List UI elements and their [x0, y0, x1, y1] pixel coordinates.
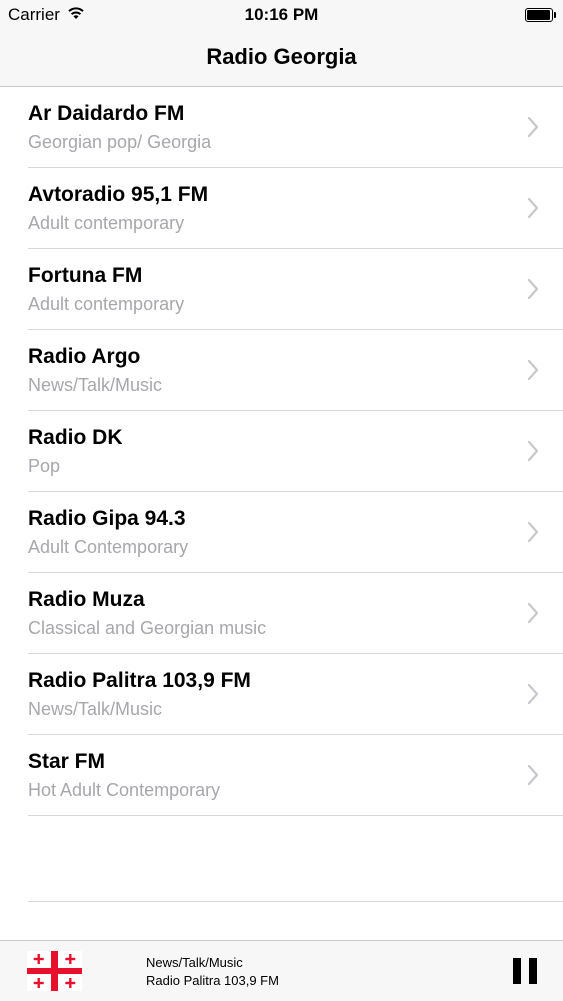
chevron-right-icon — [527, 440, 539, 462]
station-name: Avtoradio 95,1 FM — [28, 183, 209, 206]
station-row[interactable]: Fortuna FM Adult contemporary — [28, 249, 563, 330]
station-genre: Georgian pop/ Georgia — [28, 132, 212, 152]
chevron-right-icon — [527, 116, 539, 138]
pause-icon-bar-right — [529, 958, 537, 984]
station-genre: News/Talk/Music — [28, 699, 163, 719]
station-name: Radio DK — [28, 426, 123, 449]
station-row[interactable]: Radio Gipa 94.3 Adult Contemporary — [28, 492, 563, 573]
chevron-right-icon — [527, 278, 539, 300]
chevron-right-icon — [527, 521, 539, 543]
station-name: Fortuna FM — [28, 264, 143, 287]
page-title: Radio Georgia — [206, 44, 357, 69]
station-row[interactable]: Ar Daidardo FM Georgian pop/ Georgia — [28, 87, 563, 168]
station-genre: News/Talk/Music — [28, 375, 163, 395]
station-name: Radio Argo — [28, 345, 141, 368]
chevron-right-icon — [527, 197, 539, 219]
status-time: 10:16 PM — [244, 5, 319, 24]
battery-icon — [525, 8, 556, 22]
now-playing-bar[interactable]: News/Talk/Music Radio Palitra 103,9 FM — [0, 940, 563, 1001]
station-genre: Classical and Georgian music — [28, 618, 267, 638]
chevron-right-icon — [527, 683, 539, 705]
station-genre: Hot Adult Contemporary — [28, 780, 221, 800]
station-row[interactable]: Radio Palitra 103,9 FM News/Talk/Music — [28, 654, 563, 735]
now-playing-genre: News/Talk/Music — [146, 955, 243, 970]
now-playing-station: Radio Palitra 103,9 FM — [146, 973, 279, 988]
georgia-flag-icon — [27, 951, 82, 991]
station-genre: Pop — [28, 456, 61, 476]
station-row[interactable]: Radio DK Pop — [28, 411, 563, 492]
station-genre: Adult contemporary — [28, 294, 185, 314]
station-list: Ar Daidardo FM Georgian pop/ Georgia Avt… — [0, 87, 563, 816]
chevron-right-icon — [527, 764, 539, 786]
station-row[interactable]: Radio Muza Classical and Georgian music — [28, 573, 563, 654]
station-name: Radio Palitra 103,9 FM — [28, 669, 251, 692]
station-genre: Adult contemporary — [28, 213, 185, 233]
chevron-right-icon — [527, 359, 539, 381]
station-row[interactable]: Star FM Hot Adult Contemporary — [28, 735, 563, 816]
station-row[interactable]: Avtoradio 95,1 FM Adult contemporary — [28, 168, 563, 249]
station-name: Radio Gipa 94.3 — [28, 507, 186, 530]
navigation-bar: Radio Georgia — [0, 30, 563, 87]
station-genre: Adult Contemporary — [28, 537, 189, 557]
chevron-right-icon — [527, 602, 539, 624]
pause-icon-bar-left — [513, 958, 521, 984]
station-name: Star FM — [28, 750, 106, 773]
station-name: Radio Muza — [28, 588, 145, 611]
pause-button[interactable] — [513, 958, 537, 984]
empty-row-separator — [28, 901, 563, 902]
station-name: Ar Daidardo FM — [28, 102, 185, 125]
station-row[interactable]: Radio Argo News/Talk/Music — [28, 330, 563, 411]
status-bar: Carrier 10:16 PM — [0, 0, 563, 30]
